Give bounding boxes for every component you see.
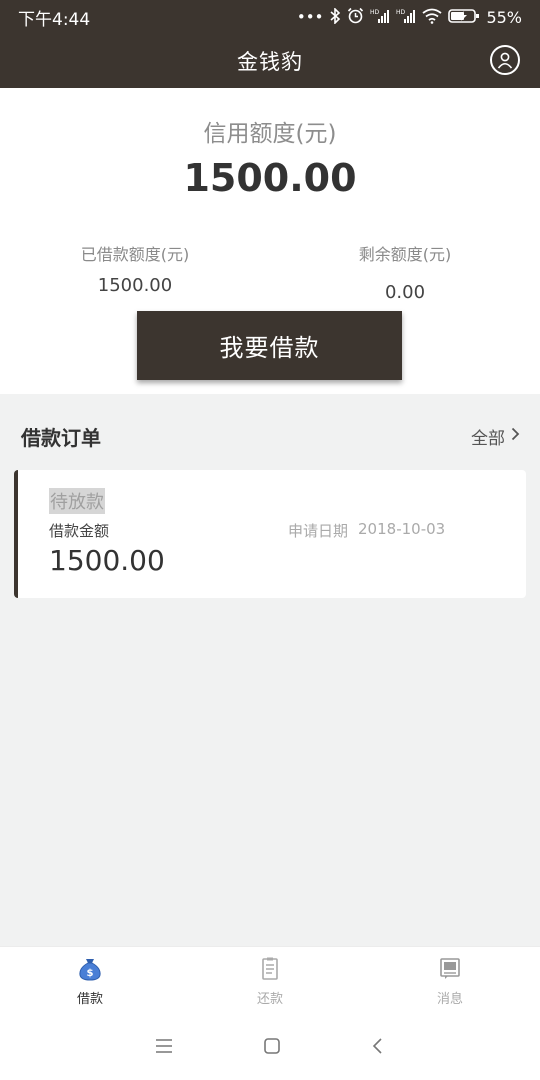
order-date: 申请日期 2018-10-03 <box>288 520 445 541</box>
svg-text:$: $ <box>87 968 94 979</box>
alarm-icon <box>347 7 364 27</box>
status-icons: ••• HD HD 55% <box>296 6 522 27</box>
tab-repay[interactable]: 还款 <box>180 947 360 1016</box>
page-title: 金钱豹 <box>237 50 303 74</box>
home-icon[interactable] <box>263 1037 281 1059</box>
back-icon[interactable] <box>371 1037 385 1059</box>
order-date-label: 申请日期 <box>288 522 349 540</box>
order-amount-value: 1500.00 <box>49 544 165 577</box>
status-time: 下午4:44 <box>18 9 91 30</box>
tab-loan[interactable]: $ 借款 <box>0 947 180 1016</box>
borrowed-amount-value: 1500.00 <box>97 275 173 296</box>
tab-repay-label: 还款 <box>256 992 283 1007</box>
remaining-amount-label: 剩余额度(元) <box>358 245 452 264</box>
menu-icon[interactable] <box>155 1038 173 1058</box>
money-bag-icon: $ <box>77 956 103 986</box>
battery-percent: 55% <box>486 7 522 27</box>
chevron-right-icon <box>511 426 520 446</box>
credit-limit-label: 信用额度(元) <box>203 121 337 147</box>
bottom-tab-bar: $ 借款 还款 消息 <box>0 946 540 1016</box>
signal-hd-icon: HD <box>396 8 416 27</box>
view-all-label: 全部 <box>471 428 505 449</box>
apply-loan-button[interactable]: 我要借款 <box>137 311 402 380</box>
tab-messages-label: 消息 <box>436 992 463 1007</box>
bluetooth-icon <box>329 6 341 27</box>
user-profile-icon[interactable] <box>490 45 520 75</box>
remaining-amount-block: 剩余额度(元) 0.00 <box>305 241 505 303</box>
more-dots-icon: ••• <box>296 7 324 26</box>
app-header: 金钱豹 <box>0 34 540 88</box>
borrowed-amount-block: 已借款额度(元) 1500.00 <box>35 241 235 296</box>
borrowed-amount-label: 已借款额度(元) <box>80 245 190 264</box>
svg-text:HD: HD <box>370 9 380 16</box>
order-date-value: 2018-10-03 <box>358 520 446 538</box>
view-all-orders-link[interactable]: 全部 <box>471 424 520 449</box>
order-card[interactable]: 待放款 借款金额 1500.00 申请日期 2018-10-03 <box>14 470 526 598</box>
tab-loan-label: 借款 <box>76 992 103 1007</box>
status-bar: 下午4:44 ••• HD HD 55% <box>0 0 540 34</box>
battery-charging-icon <box>448 8 480 27</box>
tab-messages[interactable]: 消息 <box>360 947 540 1016</box>
wifi-icon <box>422 8 442 27</box>
credit-limit-value: 1500.00 <box>183 156 357 200</box>
credit-section: 信用额度(元) 1500.00 已借款额度(元) 1500.00 剩余额度(元)… <box>0 88 540 394</box>
orders-header: 借款订单 全部 <box>0 414 540 458</box>
message-icon <box>437 956 463 986</box>
svg-text:HD: HD <box>396 9 406 16</box>
android-nav-bar <box>0 1016 540 1080</box>
orders-title: 借款订单 <box>21 425 101 450</box>
order-amount-label: 借款金额 <box>49 522 110 540</box>
signal-hd-icon: HD <box>370 8 390 27</box>
receipt-icon <box>257 956 283 986</box>
order-status-badge: 待放款 <box>49 488 105 514</box>
remaining-amount-value: 0.00 <box>384 282 426 303</box>
